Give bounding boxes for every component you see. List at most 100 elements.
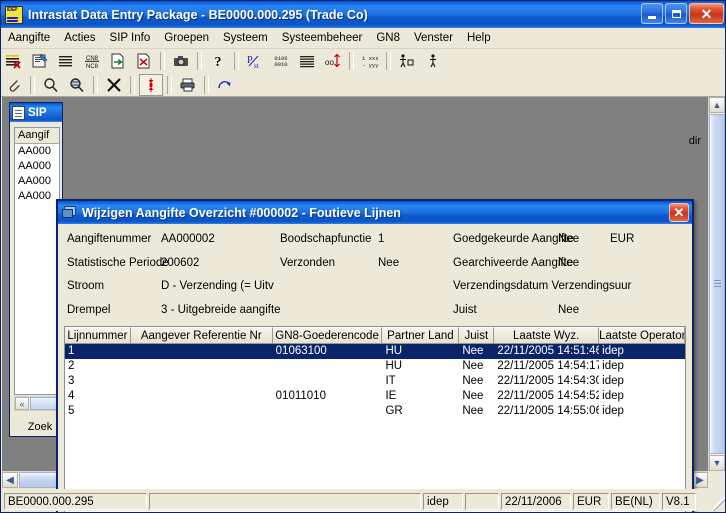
- menu-aangifte[interactable]: Aangifte: [1, 30, 57, 46]
- list-item[interactable]: AA000: [15, 189, 59, 204]
- error-marker-icon[interactable]: [139, 73, 163, 96]
- cell-laatste-wyz: 22/11/2005 14:54:30: [497, 375, 600, 387]
- list-lines-icon[interactable]: [54, 50, 78, 72]
- delete-declaration-icon[interactable]: [2, 50, 26, 72]
- dialog-close-button[interactable]: ✕: [669, 203, 689, 222]
- menu-groepen[interactable]: Groepen: [157, 30, 216, 46]
- cell-laatste-operator: idep: [602, 390, 624, 402]
- column-header-lijnnummer[interactable]: Lijnnummer: [65, 327, 131, 344]
- resize-grip-icon[interactable]: [709, 496, 725, 512]
- cell-laatste-wyz: 22/11/2005 14:54:52: [497, 390, 600, 402]
- toolbar-separator: [160, 52, 165, 70]
- column-header-juist[interactable]: Juist: [459, 327, 495, 344]
- print-icon[interactable]: [176, 74, 200, 96]
- scroll-down-arrow-icon[interactable]: ▼: [709, 455, 725, 471]
- status-operator: idep: [423, 492, 463, 510]
- background-text-fragment: dir: [688, 135, 701, 147]
- search-advanced-icon[interactable]: [65, 74, 89, 96]
- sip-declaration-list[interactable]: Aangif AA000 AA000 AA000 AA000: [14, 127, 60, 395]
- status-date: 22/11/2006: [501, 492, 571, 510]
- menu-systeem[interactable]: Systeem: [216, 30, 275, 46]
- conversion-icon[interactable]: 1 xxx - yyy: [358, 50, 382, 72]
- sip-child-window[interactable]: SIP Aangif AA000 AA000 AA000 AA000 « Zoe…: [9, 102, 63, 437]
- value-aangiftenummer: AA000002: [161, 233, 215, 245]
- lines-icon[interactable]: [295, 50, 319, 72]
- sip-list-header: Aangif: [15, 128, 59, 144]
- table-row[interactable]: 2 HU Nee 22/11/2005 14:54:17 idep: [65, 359, 685, 374]
- toolbar-separator: [197, 52, 202, 70]
- toolbar-secondary: [1, 73, 725, 97]
- list-item[interactable]: AA000: [15, 174, 59, 189]
- maximize-button[interactable]: [665, 3, 687, 24]
- menu-sip-info[interactable]: SIP Info: [103, 30, 158, 46]
- table-row[interactable]: 3 IT Nee 22/11/2005 14:54:30 idep: [65, 374, 685, 389]
- svg-text:NC8: NC8: [86, 64, 99, 69]
- edit-declaration-icon[interactable]: [28, 50, 52, 72]
- binary-data-icon[interactable]: 0106 0010: [269, 50, 293, 72]
- status-bar: BE0000.000.295 idep 22/11/2006 EUR BE(NL…: [2, 489, 725, 512]
- mdi-background: SIP Aangif AA000 AA000 AA000 AA000 « Zoe…: [2, 97, 725, 512]
- p-st-icon[interactable]: Pst: [243, 50, 267, 72]
- table-row[interactable]: 4 01011010 IE Nee 22/11/2005 14:54:52 id…: [65, 389, 685, 404]
- menu-acties[interactable]: Acties: [57, 30, 102, 46]
- mdi-vertical-scrollbar[interactable]: ▲ ▼: [708, 97, 725, 471]
- column-header-goederencode[interactable]: GN8-Goederencode: [272, 327, 383, 344]
- label-gearchiveerde-aangifte: Gearchiveerde Aangifte: [453, 257, 574, 269]
- scroll-left-arrow-icon[interactable]: ◀: [2, 472, 18, 488]
- cn8-nc8-icon[interactable]: CN8 NC8: [80, 50, 104, 72]
- import-file-icon[interactable]: [106, 50, 130, 72]
- cell-laatste-wyz: 22/11/2005 14:51:46: [497, 345, 600, 357]
- delete-file-icon[interactable]: [132, 50, 156, 72]
- zoek-button[interactable]: Zoek: [20, 418, 60, 436]
- vertical-scrollbar-thumb[interactable]: [709, 114, 725, 454]
- value-goedgekeurde-aangifte: Nee: [558, 233, 580, 245]
- main-title-bar: IDEP Intrastat Data Entry Package - BE00…: [1, 1, 725, 28]
- cell-partner-land: IT: [385, 375, 396, 387]
- value-juist: Nee: [558, 304, 580, 316]
- list-item[interactable]: AA000: [15, 144, 59, 159]
- status-company: BE0000.000.295: [4, 492, 147, 510]
- refresh-icon[interactable]: [213, 74, 237, 96]
- minimize-button[interactable]: [641, 3, 663, 24]
- camera-icon[interactable]: [169, 50, 193, 72]
- scrollbar-thumb[interactable]: [30, 397, 59, 410]
- list-item[interactable]: AA000: [15, 159, 59, 174]
- person-icon[interactable]: [421, 50, 445, 72]
- zero-zero-updown-icon[interactable]: oo: [321, 50, 345, 72]
- menu-systeembeheer[interactable]: Systeembeheer: [275, 30, 370, 46]
- sip-list-horizontal-scrollbar[interactable]: «: [14, 396, 60, 411]
- svg-text:- yyy: - yyy: [362, 62, 379, 69]
- menu-gn8[interactable]: GN8: [369, 30, 407, 46]
- label-stroom: Stroom: [67, 280, 105, 292]
- table-row[interactable]: 5 GR Nee 22/11/2005 14:55:06 idep: [65, 404, 685, 419]
- scroll-right-arrow-icon[interactable]: ▶: [692, 472, 708, 488]
- idep-logo-icon: IDEP: [5, 5, 23, 24]
- cell-referentie: [131, 389, 273, 404]
- table-row[interactable]: 1 01063100 HU Nee 22/11/2005 14:51:46 id…: [65, 344, 685, 359]
- scroll-up-arrow-icon[interactable]: ▲: [709, 97, 725, 113]
- cell-referentie: [131, 374, 273, 389]
- scroll-left-arrow-icon[interactable]: «: [15, 397, 29, 410]
- cancel-cross-icon[interactable]: [102, 74, 126, 96]
- document-icon: [12, 105, 25, 120]
- value-stroom: D - Verzending (= Uitv: [161, 280, 274, 292]
- close-button[interactable]: ✕: [689, 3, 724, 24]
- dialog-title: Wijzigen Aangifte Overzicht #000002 - Fo…: [82, 205, 401, 220]
- svg-text:oo: oo: [325, 58, 334, 67]
- attach-icon[interactable]: [2, 74, 26, 96]
- value-boodschapfunctie: 1: [378, 233, 385, 245]
- cell-partner-land: HU: [385, 360, 403, 372]
- cell-lijnnummer: 1: [68, 345, 75, 357]
- column-header-referentie[interactable]: Aangever Referentie Nr: [130, 327, 273, 344]
- foutieve-lijnen-grid[interactable]: Lijnnummer Aangever Referentie Nr GN8-Go…: [64, 326, 686, 512]
- cell-juist: Nee: [462, 375, 484, 387]
- menu-venster[interactable]: Venster: [407, 30, 460, 46]
- column-header-laatste-operator[interactable]: Laatste Operator: [599, 327, 685, 344]
- column-header-laatste-wyz[interactable]: Laatste Wyz.: [494, 327, 600, 344]
- help-question-icon[interactable]: ?: [206, 50, 230, 72]
- declaration-header-panel: Aangiftenummer AA000002 Statistische Per…: [58, 224, 692, 323]
- menu-help[interactable]: Help: [460, 30, 498, 46]
- search-icon[interactable]: [39, 74, 63, 96]
- person-box-icon[interactable]: [395, 50, 419, 72]
- column-header-partner-land[interactable]: Partner Land: [382, 327, 460, 344]
